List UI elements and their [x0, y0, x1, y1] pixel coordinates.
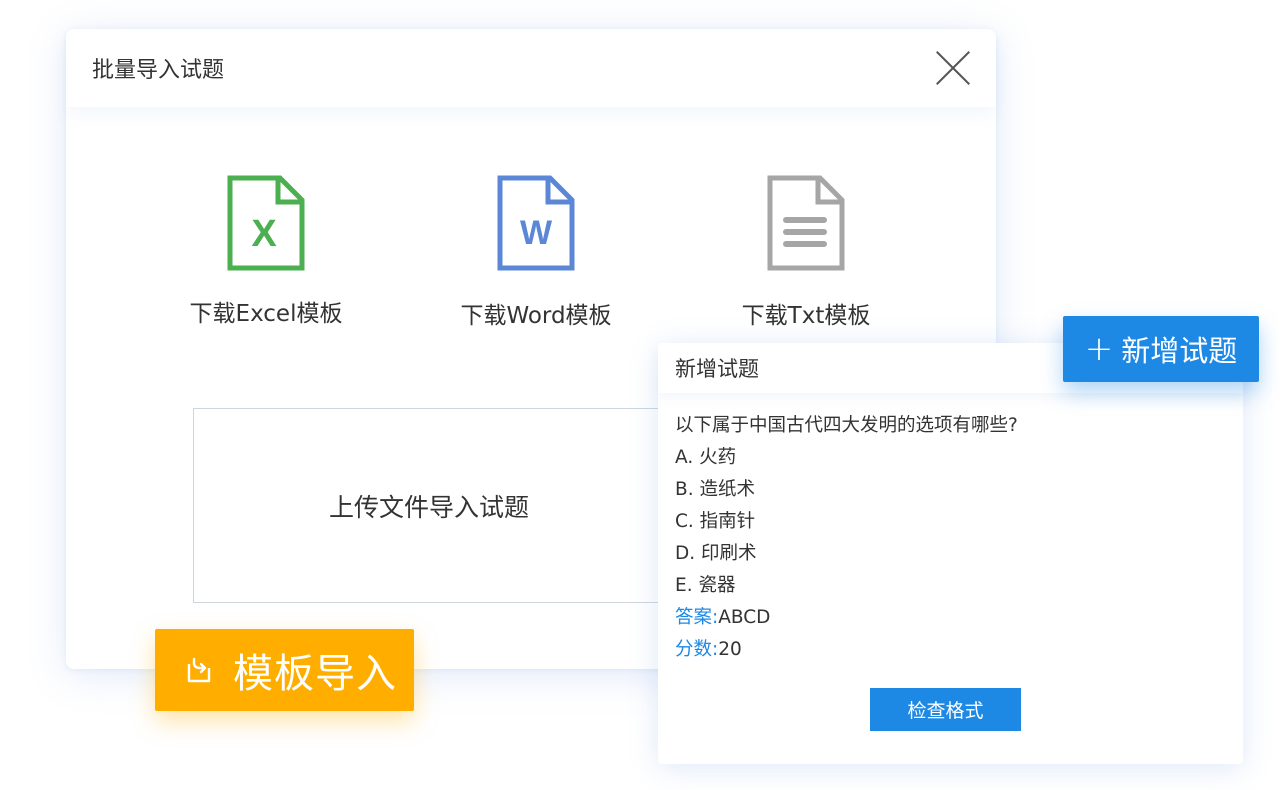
- template-import-label: 模板导入: [233, 651, 397, 697]
- question-text: 以下属于中国古代四大发明的选项有哪些?: [675, 415, 1018, 436]
- txt-template-label: 下载Txt模板: [741, 303, 871, 329]
- add-question-label: 新增试题: [1121, 334, 1238, 368]
- download-word-template[interactable]: W 下载Word模板: [456, 174, 616, 330]
- add-question-button[interactable]: + 新增试题: [1063, 316, 1259, 382]
- template-import-button[interactable]: 模板导入: [155, 629, 414, 711]
- excel-glyph: X: [251, 213, 277, 255]
- word-file-icon: W: [497, 175, 575, 271]
- option-c: C. 指南针: [675, 511, 756, 532]
- excel-file-icon: X: [227, 175, 305, 271]
- upload-file-area[interactable]: 上传文件导入试题: [193, 408, 665, 603]
- option-e: E. 瓷器: [675, 575, 736, 596]
- option-b: B. 造纸术: [675, 479, 755, 500]
- txt-file-icon: [767, 175, 845, 271]
- plus-icon: +: [1084, 329, 1114, 369]
- word-template-label: 下载Word模板: [460, 303, 612, 329]
- score-line: 分数:20: [675, 634, 1226, 666]
- score-label: 分数:: [675, 639, 719, 660]
- option-a: A. 火药: [675, 447, 737, 468]
- word-glyph: W: [520, 214, 553, 252]
- question-content: 以下属于中国古代四大发明的选项有哪些? A. 火药 B. 造纸术 C. 指南针 …: [658, 393, 1243, 666]
- score-value: 20: [718, 639, 742, 660]
- answer-label: 答案:: [675, 607, 719, 628]
- dialog-title: 批量导入试题: [92, 58, 225, 83]
- answer-value: ABCD: [718, 607, 771, 628]
- upload-label: 上传文件导入试题: [328, 492, 529, 522]
- option-d: D. 印刷术: [675, 543, 757, 564]
- import-icon: [187, 657, 211, 683]
- close-icon[interactable]: [936, 51, 970, 85]
- dialog-header: 批量导入试题: [66, 29, 996, 107]
- download-excel-template[interactable]: X 下载Excel模板: [186, 174, 346, 328]
- excel-template-label: 下载Excel模板: [189, 301, 343, 327]
- check-format-button[interactable]: 检查格式: [870, 688, 1021, 731]
- new-question-panel: 新增试题 以下属于中国古代四大发明的选项有哪些? A. 火药 B. 造纸术 C.…: [658, 343, 1243, 764]
- download-txt-template[interactable]: 下载Txt模板: [726, 174, 886, 330]
- answer-line: 答案:ABCD: [675, 602, 1226, 634]
